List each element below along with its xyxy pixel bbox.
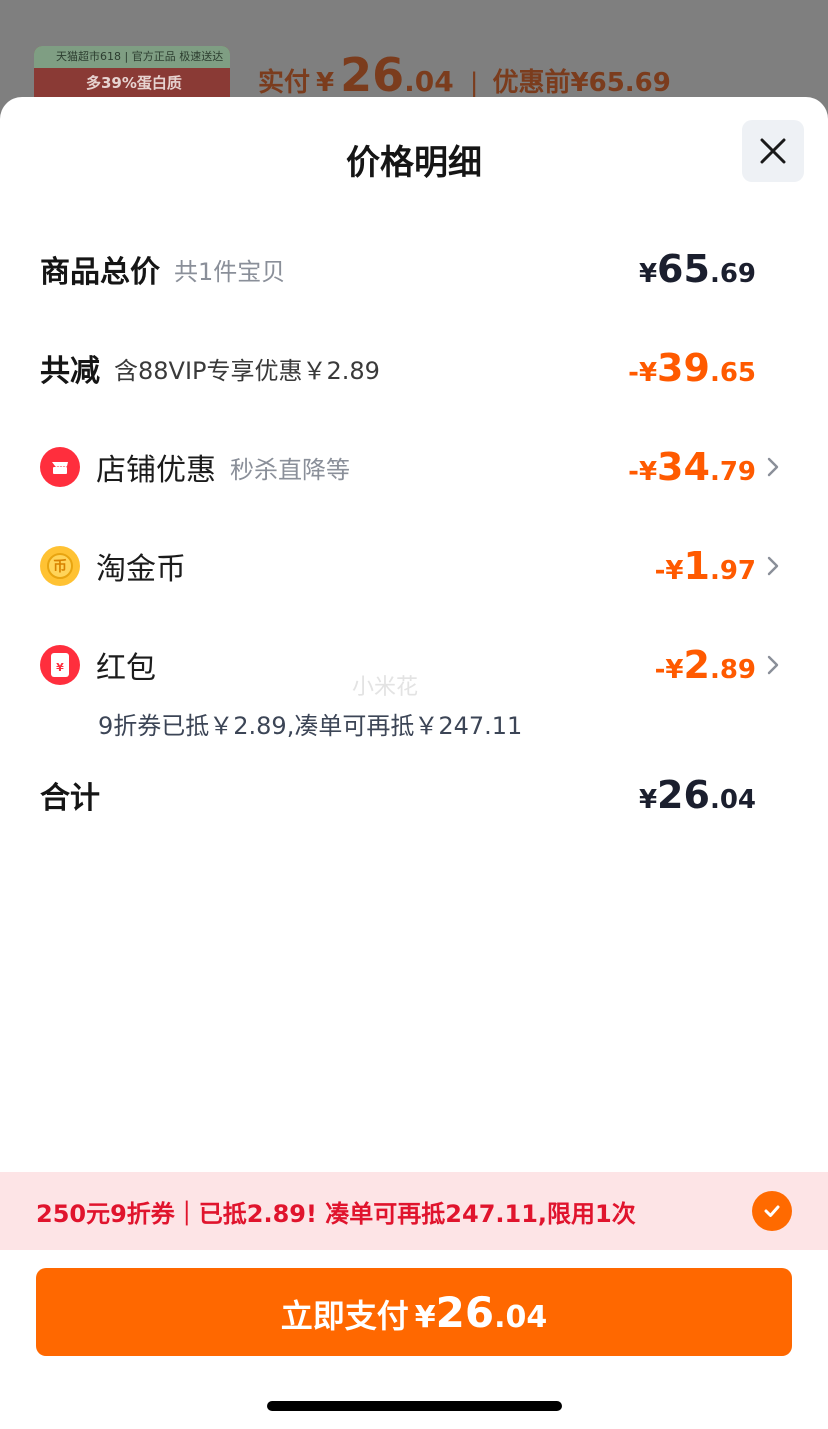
background-price: 实付 ¥ 26 .04 | 优惠前 ¥65.69 (258, 48, 671, 104)
original-price: ¥65.69 (570, 68, 671, 98)
chevron-right-icon[interactable] (764, 635, 782, 695)
shop-discount-row[interactable]: 店铺优惠 秒杀直降等 -¥ 34 .79 (40, 437, 756, 497)
thumbnail-headline: 多39%蛋白质 (86, 74, 182, 92)
coins-row[interactable]: 币 淘金币 -¥ 1 .97 (40, 536, 756, 596)
total-currency: ¥ (638, 785, 658, 815)
red-envelope-note: 9折券已抵￥2.89,凑单可再抵￥247.11 (98, 712, 523, 740)
coins-currency: -¥ (654, 556, 684, 586)
coins-label: 淘金币 (96, 552, 186, 587)
subtotal-int: 65 (657, 247, 710, 291)
paid-int: 26 (340, 48, 405, 102)
item-count: 共1件宝贝 (174, 257, 286, 286)
pay-dec: .04 (494, 1299, 548, 1335)
subtotal-amount: ¥ 65 .69 (639, 247, 756, 291)
hongbao-dec: .89 (709, 655, 756, 685)
hongbao-currency: -¥ (654, 655, 684, 685)
subtotal-currency: ¥ (638, 259, 658, 289)
total-amount: ¥ 26 .04 (639, 773, 756, 817)
coins-amount: -¥ 1 .97 (655, 544, 756, 588)
chevron-right-icon[interactable] (764, 437, 782, 497)
coins-dec: .97 (709, 556, 756, 586)
reduction-label: 共减 (40, 354, 100, 389)
total-dec: .04 (709, 785, 756, 815)
sheet-title: 价格明细 (346, 143, 482, 183)
pay-label: 立即支付 (280, 1296, 409, 1335)
coupon-strip[interactable]: 250元9折券｜已抵2.89! 凑单可再抵247.11,限用1次 (0, 1172, 828, 1250)
red-envelope-label: 红包 (96, 651, 156, 686)
paid-dec: .04 (404, 65, 454, 98)
home-indicator[interactable] (267, 1401, 562, 1411)
svg-text:币: 币 (53, 559, 67, 575)
pay-int: 26 (435, 1287, 495, 1337)
price-separator: | (469, 68, 479, 98)
shop-icon (40, 447, 80, 487)
paid-label: 实付 (258, 68, 311, 98)
shop-int: 34 (657, 445, 710, 489)
hongbao-int: 2 (683, 643, 710, 687)
reduction-amount: -¥ 39 .65 (628, 346, 756, 390)
reduction-note: 含88VIP专享优惠￥2.89 (114, 356, 380, 385)
red-envelope-icon: ¥ (40, 645, 80, 685)
coins-int: 1 (683, 544, 710, 588)
total-label: 合计 (40, 781, 100, 816)
shop-discount-label: 店铺优惠 (96, 453, 216, 488)
reduction-row: 共减 含88VIP专享优惠￥2.89 -¥ 39 .65 (40, 338, 756, 398)
paid-currency: ¥ (316, 68, 335, 98)
reduction-int: 39 (657, 346, 710, 390)
coin-icon: 币 (40, 546, 80, 586)
subtotal-dec: .69 (709, 259, 756, 289)
shop-currency: -¥ (628, 457, 658, 487)
total-int: 26 (657, 773, 710, 817)
reduction-dec: .65 (709, 358, 756, 388)
svg-text:¥: ¥ (56, 661, 64, 674)
subtotal-row: 商品总价 共1件宝贝 ¥ 65 .69 (40, 239, 756, 299)
watermark: 小米花 (352, 675, 419, 700)
chevron-right-icon[interactable] (764, 536, 782, 596)
total-row: 合计 ¥ 26 .04 (40, 765, 756, 825)
check-icon[interactable] (752, 1191, 792, 1231)
thumbnail-banner: 天猫超市618 | 官方正品 极速送达 (34, 46, 230, 68)
subtotal-label: 商品总价 (40, 255, 160, 290)
original-label: 优惠前 (492, 68, 571, 98)
close-icon (760, 138, 786, 164)
shop-discount-note: 秒杀直降等 (230, 455, 350, 484)
pay-currency: ¥ (414, 1299, 436, 1335)
red-envelope-amount: -¥ 2 .89 (655, 643, 756, 687)
pay-now-button[interactable]: 立即支付 ¥ 26 .04 (36, 1268, 792, 1356)
coupon-text: 250元9折券｜已抵2.89! 凑单可再抵247.11,限用1次 (36, 1199, 636, 1228)
reduction-currency: -¥ (628, 358, 658, 388)
shop-dec: .79 (709, 457, 756, 487)
close-button[interactable] (742, 120, 804, 182)
shop-discount-amount: -¥ 34 .79 (628, 445, 756, 489)
